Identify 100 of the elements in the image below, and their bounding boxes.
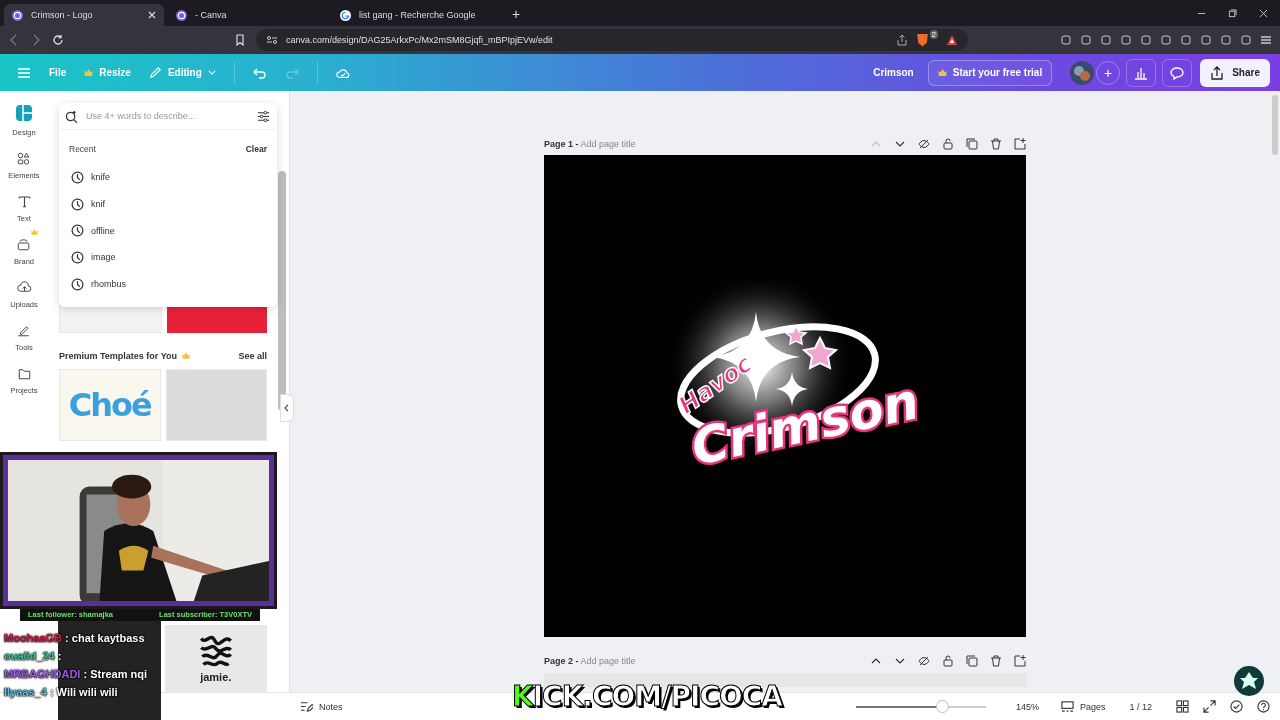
menu-icon[interactable] <box>1260 34 1272 46</box>
extension-icon[interactable] <box>1100 34 1112 46</box>
browser-tab[interactable]: Crimson - Logo <box>4 4 164 26</box>
triangle-icon[interactable] <box>946 34 958 46</box>
lock-icon[interactable] <box>942 655 954 667</box>
scrollbar-thumb[interactable] <box>278 171 286 411</box>
zoom-level: 145% <box>1015 701 1039 712</box>
pages-button[interactable]: Pages <box>1060 700 1106 713</box>
recent-search-item[interactable]: knif <box>59 190 277 218</box>
extension-icon[interactable] <box>1200 34 1212 46</box>
canva-icon <box>12 9 23 21</box>
lock-icon[interactable] <box>942 138 954 150</box>
pen-icon <box>16 323 32 338</box>
extension-icon[interactable] <box>1220 34 1232 46</box>
lettering-drawing <box>198 634 233 669</box>
crown-icon <box>31 229 38 235</box>
page-counter: 1 / 12 <box>1129 701 1152 712</box>
template-thumbnail[interactable]: jamie. <box>164 625 267 692</box>
extension-icon[interactable] <box>1140 34 1152 46</box>
duplicate-icon[interactable] <box>966 138 978 150</box>
restore-icon[interactable] <box>1228 8 1237 18</box>
extension-icon[interactable] <box>1160 34 1172 46</box>
caret-icon <box>207 70 216 75</box>
grid-view-icon[interactable] <box>1176 700 1189 713</box>
page-label: Page 1 - Add page title <box>544 139 636 149</box>
page-label: Page 2 - Add page title <box>544 656 636 666</box>
zoom-slider[interactable] <box>855 700 986 713</box>
duplicate-icon[interactable] <box>966 655 978 667</box>
pages-icon <box>1060 700 1074 713</box>
chevron-icon <box>284 404 289 412</box>
clock-icon <box>71 197 84 211</box>
extension-icon[interactable] <box>1060 34 1072 46</box>
canva-icon <box>176 9 187 21</box>
template-thumbnail[interactable] <box>166 305 267 333</box>
clock-icon <box>71 277 84 291</box>
browser-tab[interactable]: - Canva <box>168 4 328 26</box>
template-title: jamie. <box>200 671 232 684</box>
search-field[interactable]: Use 4+ words to describe... <box>84 110 251 122</box>
design-name[interactable]: Crimson <box>873 67 914 78</box>
avatar[interactable] <box>1070 60 1095 85</box>
collapse-handle[interactable] <box>280 394 294 422</box>
clock-icon <box>71 250 84 264</box>
close-icon[interactable] <box>148 11 156 19</box>
crown-icon <box>182 352 191 360</box>
add-page-icon[interactable] <box>1014 655 1026 667</box>
scrollbar-thumb[interactable] <box>1272 95 1278 155</box>
hide-icon[interactable] <box>918 655 930 667</box>
recent-search-item[interactable]: offline <box>59 217 277 245</box>
extension-icon[interactable] <box>1180 34 1192 46</box>
notes-button[interactable]: Notes <box>300 700 343 713</box>
free-trial-button[interactable]: Start your free trial <box>927 59 1053 86</box>
recent-heading: Recent <box>69 144 96 154</box>
emblem-icon <box>1234 666 1264 696</box>
chat-message: oualid_24 : <box>4 650 63 662</box>
help-icon[interactable] <box>1257 700 1270 713</box>
clock-icon <box>71 224 84 238</box>
insights-button[interactable] <box>1126 58 1157 87</box>
template-thumbnail[interactable] <box>165 368 267 442</box>
text-icon <box>16 194 32 209</box>
comment-button[interactable] <box>1162 58 1193 87</box>
clear-link[interactable]: Clear <box>245 144 267 154</box>
shapes-icon <box>16 151 32 166</box>
magic-search-icon <box>65 109 78 123</box>
crown-icon <box>937 69 947 76</box>
share-icon[interactable] <box>895 34 908 46</box>
reload-icon[interactable] <box>52 34 64 46</box>
template-title: Choé <box>68 386 151 424</box>
recent-search-item[interactable]: image <box>59 244 277 271</box>
shield-icon[interactable] <box>915 33 929 47</box>
comment-icon <box>1170 65 1185 80</box>
google-icon <box>340 9 351 21</box>
recent-search-item[interactable]: rhombus <box>59 270 277 298</box>
site-settings-icon <box>266 34 278 46</box>
template-thumbnail[interactable] <box>59 305 162 333</box>
extension-icon[interactable] <box>1240 34 1252 46</box>
check-icon[interactable] <box>1230 700 1243 713</box>
upload-icon <box>16 280 32 295</box>
delete-icon[interactable] <box>990 655 1002 667</box>
folder-icon <box>16 366 32 381</box>
address-bar[interactable]: canva.com/design/DAG25ArkxPc/Mx2mSM8Gjqfi_mBPIpjEVw/edit 2 <box>256 29 968 51</box>
bookmark-icon[interactable] <box>234 34 246 46</box>
browser-tab[interactable]: list gang - Recherche Google <box>332 4 502 26</box>
share-button[interactable]: Share <box>1200 58 1270 87</box>
close-icon[interactable] <box>1259 8 1268 18</box>
brand-kit-icon <box>16 237 32 252</box>
pencil-icon <box>148 66 162 79</box>
share-icon <box>1210 65 1225 80</box>
extension-icon[interactable] <box>1080 34 1092 46</box>
add-page-icon[interactable] <box>1014 138 1026 150</box>
section-title: Premium Templates for You <box>59 350 178 361</box>
new-tab-button[interactable]: + <box>506 4 527 26</box>
delete-icon[interactable] <box>990 138 1002 150</box>
extension-icon[interactable] <box>1120 34 1132 46</box>
hide-icon[interactable] <box>918 138 930 150</box>
recent-search-item[interactable]: knife <box>59 164 277 191</box>
crown-icon <box>84 69 94 76</box>
filter-icon[interactable] <box>257 109 270 123</box>
fullscreen-icon[interactable] <box>1203 700 1216 713</box>
see-all-link[interactable]: See all <box>238 350 267 361</box>
bar-chart-icon <box>1134 65 1149 80</box>
